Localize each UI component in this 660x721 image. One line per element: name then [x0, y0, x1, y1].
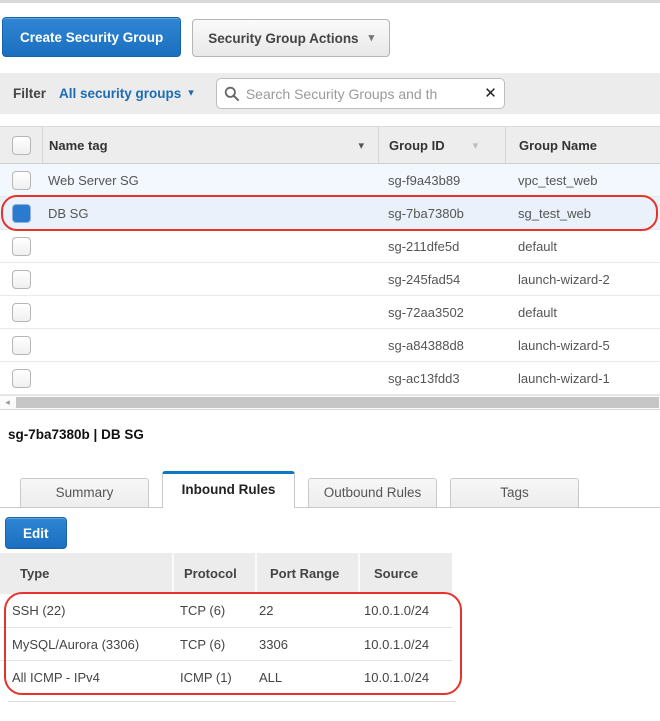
rule-cell-source: 10.0.1.0/24 — [358, 637, 452, 652]
sort-caret-icon[interactable]: ▾ — [473, 139, 479, 152]
column-header-group-name-label: Group Name — [519, 138, 597, 153]
inbound-rules-table-header: Type Protocol Port Range Source — [0, 553, 452, 594]
scroll-left-arrow-icon[interactable]: ◂ — [0, 396, 15, 409]
rule-cell-source: 10.0.1.0/24 — [358, 670, 452, 685]
table-row[interactable]: sg-a84388d8launch-wizard-5 — [0, 329, 660, 362]
column-header-group-name[interactable]: Group Name — [505, 127, 660, 163]
filter-scope-label: All security groups — [59, 86, 181, 101]
inbound-rules-table: Type Protocol Port Range Source SSH (22)… — [0, 553, 452, 702]
row-checkbox[interactable] — [12, 237, 31, 256]
table-row[interactable]: sg-72aa3502default — [0, 296, 660, 329]
search-box: ✕ — [216, 78, 505, 109]
row-checkbox[interactable] — [12, 270, 31, 289]
row-checkbox-cell — [0, 164, 42, 196]
search-icon — [224, 86, 240, 102]
cell-group-id: sg-f9a43b89 — [378, 173, 505, 188]
filter-label: Filter — [13, 86, 46, 101]
row-checkbox[interactable] — [12, 171, 31, 190]
filter-bar: Filter All security groups ▾ ✕ — [0, 73, 660, 114]
rule-cell-type: MySQL/Aurora (3306) — [0, 637, 172, 652]
row-checkbox-cell — [0, 263, 42, 295]
actions-button-label: Security Group Actions — [208, 31, 358, 46]
select-all-checkbox[interactable] — [12, 136, 31, 155]
column-header-name-tag[interactable]: Name tag ▾ — [42, 127, 378, 163]
rule-cell-port-range: 22 — [255, 603, 358, 618]
row-checkbox[interactable] — [12, 204, 31, 223]
security-group-actions-button[interactable]: Security Group Actions ▾ — [192, 19, 390, 57]
cell-group-id: sg-211dfe5d — [378, 239, 505, 254]
column-header-name-tag-label: Name tag — [49, 138, 108, 153]
cell-group-name: sg_test_web — [505, 206, 660, 221]
toolbar: Create Security Group Security Group Act… — [2, 17, 660, 57]
cell-group-name: launch-wizard-2 — [505, 272, 660, 287]
rule-cell-type: All ICMP - IPv4 — [0, 670, 172, 685]
column-menu-caret-icon[interactable]: ▾ — [358, 139, 364, 152]
rule-cell-protocol: ICMP (1) — [172, 670, 255, 685]
horizontal-scrollbar[interactable]: ◂ — [0, 395, 660, 410]
cell-group-id: sg-a84388d8 — [378, 338, 505, 353]
cell-group-name: launch-wizard-1 — [505, 371, 660, 386]
row-checkbox[interactable] — [12, 336, 31, 355]
table-row[interactable]: sg-245fad54launch-wizard-2 — [0, 263, 660, 296]
cell-group-id: sg-72aa3502 — [378, 305, 505, 320]
rule-row: SSH (22)TCP (6)2210.0.1.0/24 — [0, 594, 452, 627]
table-row[interactable]: DB SGsg-7ba7380bsg_test_web — [0, 197, 660, 230]
cell-name-tag: DB SG — [42, 206, 378, 221]
filter-scope-dropdown[interactable]: All security groups ▾ — [59, 86, 194, 101]
table-row[interactable]: sg-211dfe5ddefault — [0, 230, 660, 263]
rules-footer-divider — [8, 701, 456, 702]
security-groups-table: Name tag ▾ Group ID ▾ Group Name Web Ser… — [0, 126, 660, 395]
scrollbar-thumb[interactable] — [16, 397, 659, 408]
table-row[interactable]: Web Server SGsg-f9a43b89vpc_test_web — [0, 164, 660, 197]
row-checkbox[interactable] — [12, 303, 31, 322]
selected-group-heading: sg-7ba7380b | DB SG — [8, 427, 660, 447]
rule-cell-port-range: 3306 — [255, 637, 358, 652]
security-groups-rows: Web Server SGsg-f9a43b89vpc_test_webDB S… — [0, 164, 660, 395]
cell-group-id: sg-ac13fdd3 — [378, 371, 505, 386]
tab-inbound-rules[interactable]: Inbound Rules — [162, 471, 295, 508]
row-checkbox-cell — [0, 230, 42, 262]
cell-group-name: vpc_test_web — [505, 173, 660, 188]
row-checkbox-cell — [0, 197, 42, 229]
create-security-group-button[interactable]: Create Security Group — [2, 17, 181, 57]
cell-group-id: sg-7ba7380b — [378, 206, 505, 221]
rule-cell-port-range: ALL — [255, 670, 358, 685]
row-checkbox[interactable] — [12, 369, 31, 388]
rule-row: All ICMP - IPv4ICMP (1)ALL10.0.1.0/24 — [0, 660, 452, 693]
rules-column-header-protocol: Protocol — [172, 553, 255, 594]
column-header-group-id-label: Group ID — [389, 138, 445, 153]
edit-button[interactable]: Edit — [5, 517, 67, 549]
inbound-rules-rows: SSH (22)TCP (6)2210.0.1.0/24MySQL/Aurora… — [0, 594, 452, 693]
clear-search-icon[interactable]: ✕ — [484, 86, 497, 101]
top-divider — [0, 0, 660, 3]
select-all-checkbox-cell — [0, 127, 42, 163]
tab-tags[interactable]: Tags — [450, 478, 579, 507]
row-checkbox-cell — [0, 329, 42, 361]
rule-cell-protocol: TCP (6) — [172, 637, 255, 652]
security-groups-table-header: Name tag ▾ Group ID ▾ Group Name — [0, 126, 660, 164]
rules-column-header-type: Type — [0, 553, 172, 594]
rule-cell-protocol: TCP (6) — [172, 603, 255, 618]
rules-column-header-port-range: Port Range — [255, 553, 358, 594]
chevron-down-icon: ▾ — [188, 88, 194, 99]
rules-column-header-source: Source — [358, 553, 452, 594]
tab-outbound-rules[interactable]: Outbound Rules — [308, 478, 437, 507]
cell-group-name: default — [505, 305, 660, 320]
row-checkbox-cell — [0, 362, 42, 394]
row-checkbox-cell — [0, 296, 42, 328]
cell-name-tag: Web Server SG — [42, 173, 378, 188]
rule-cell-source: 10.0.1.0/24 — [358, 603, 452, 618]
column-header-group-id[interactable]: Group ID ▾ — [378, 127, 505, 163]
cell-group-name: default — [505, 239, 660, 254]
table-row[interactable]: sg-ac13fdd3launch-wizard-1 — [0, 362, 660, 395]
cell-group-name: launch-wizard-5 — [505, 338, 660, 353]
cell-group-id: sg-245fad54 — [378, 272, 505, 287]
detail-tabs: Summary Inbound Rules Outbound Rules Tags — [0, 470, 660, 508]
rule-cell-type: SSH (22) — [0, 603, 172, 618]
rule-row: MySQL/Aurora (3306)TCP (6)330610.0.1.0/2… — [0, 627, 452, 660]
search-input[interactable] — [246, 86, 484, 102]
chevron-down-icon: ▾ — [369, 33, 375, 44]
tab-summary[interactable]: Summary — [20, 478, 149, 507]
